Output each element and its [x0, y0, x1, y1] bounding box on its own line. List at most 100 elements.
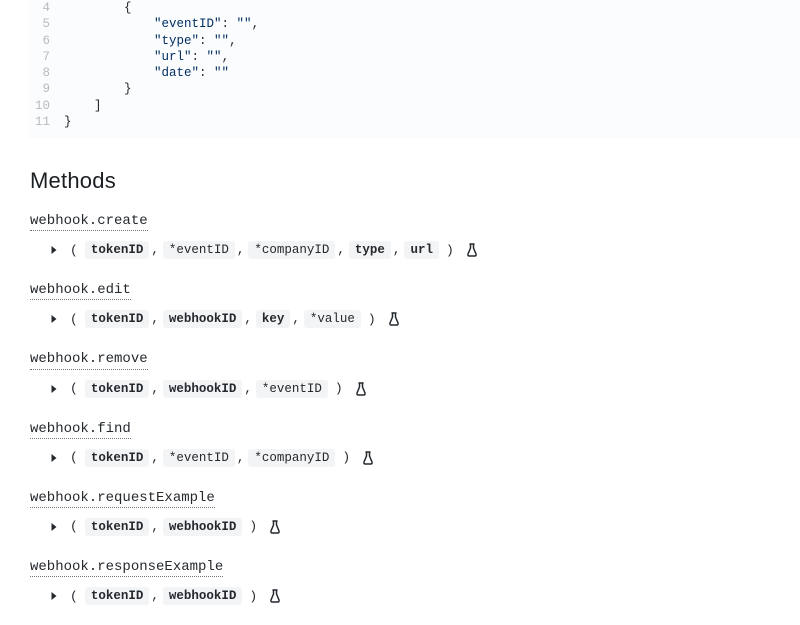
method-name-link[interactable]: webhook.edit	[30, 281, 131, 300]
param-list: tokenID,webhookID	[84, 518, 244, 536]
paren-open: (	[68, 243, 80, 258]
paren-close: )	[366, 312, 378, 327]
method-signature: (tokenID,*eventID,*companyID,type,url)	[48, 241, 800, 259]
param: *eventID	[256, 380, 328, 398]
param: *companyID	[248, 449, 335, 467]
param: *eventID	[163, 241, 235, 259]
param: webhookID	[163, 587, 243, 605]
method-signature: (tokenID,webhookID,*eventID)	[48, 380, 800, 398]
expand-chevron-icon[interactable]	[48, 383, 60, 395]
paren-open: (	[68, 312, 80, 327]
code-line: 5 "eventID": "",	[28, 16, 800, 32]
beaker-icon[interactable]	[362, 451, 376, 465]
method-name-link[interactable]: webhook.remove	[30, 350, 148, 369]
code-content: "url": "",	[64, 49, 229, 65]
code-line: 11}	[28, 114, 800, 130]
paren-close: )	[444, 243, 456, 258]
paren-close: )	[340, 450, 352, 465]
param: webhookID	[163, 380, 243, 398]
method-signature: ( tokenID,webhookID)	[48, 587, 800, 605]
method-block: webhook.edit (tokenID,webhookID,key,*val…	[30, 273, 800, 328]
code-content: "date": ""	[64, 65, 229, 81]
param: tokenID	[85, 310, 150, 328]
code-content: {	[64, 0, 132, 16]
param: tokenID	[85, 241, 150, 259]
expand-chevron-icon[interactable]	[48, 313, 60, 325]
code-content: ]	[64, 98, 102, 114]
method-block: webhook.remove (tokenID,webhookID,*event…	[30, 342, 800, 397]
code-line: 7 "url": "",	[28, 49, 800, 65]
expand-chevron-icon[interactable]	[48, 521, 60, 533]
param: *companyID	[248, 241, 335, 259]
line-number: 10	[28, 98, 64, 114]
param: tokenID	[85, 449, 150, 467]
param: tokenID	[85, 518, 150, 536]
method-block: webhook.responseExample ( tokenID,webhook…	[30, 550, 800, 605]
code-line: 4 {	[28, 0, 800, 16]
param: tokenID	[85, 380, 150, 398]
param: type	[349, 241, 391, 259]
param-separator: ,	[150, 589, 162, 603]
param-list: tokenID,webhookID,*eventID	[84, 380, 329, 398]
paren-open: (	[68, 381, 80, 396]
line-number: 5	[28, 16, 64, 32]
method-signature: ( tokenID,webhookID)	[48, 518, 800, 536]
method-signature: (tokenID,*eventID,*companyID)	[48, 449, 800, 467]
param-separator: ,	[236, 243, 248, 257]
method-name-link[interactable]: webhook.create	[30, 212, 148, 231]
line-number: 11	[28, 114, 64, 130]
param-separator: ,	[150, 243, 162, 257]
line-number: 4	[28, 0, 64, 16]
param-separator: ,	[150, 451, 162, 465]
param-separator: ,	[236, 451, 248, 465]
beaker-icon[interactable]	[269, 589, 283, 603]
param: *eventID	[163, 449, 235, 467]
expand-chevron-icon[interactable]	[48, 590, 60, 602]
line-number: 6	[28, 33, 64, 49]
line-number: 9	[28, 81, 64, 97]
code-content: }	[64, 81, 132, 97]
paren-open: (	[68, 450, 80, 465]
beaker-icon[interactable]	[388, 312, 402, 326]
param-list: tokenID,webhookID,key,*value	[84, 310, 362, 328]
code-line: 6 "type": "",	[28, 33, 800, 49]
expand-chevron-icon[interactable]	[48, 452, 60, 464]
code-content: "type": "",	[64, 33, 237, 49]
method-block: webhook.requestExample ( tokenID,webhookI…	[30, 481, 800, 536]
param-separator: ,	[150, 520, 162, 534]
param: tokenID	[85, 587, 150, 605]
paren-close: )	[247, 519, 259, 534]
param: webhookID	[163, 518, 243, 536]
beaker-icon[interactable]	[466, 243, 480, 257]
param-separator: ,	[243, 382, 255, 396]
param-separator: ,	[150, 312, 162, 326]
param-separator: ,	[336, 243, 348, 257]
method-block: webhook.find (tokenID,*eventID,*companyI…	[30, 412, 800, 467]
param-separator: ,	[243, 312, 255, 326]
methods-heading: Methods	[30, 168, 800, 194]
line-number: 8	[28, 65, 64, 81]
method-signature: (tokenID,webhookID,key,*value)	[48, 310, 800, 328]
paren-close: )	[247, 589, 259, 604]
paren-close: )	[333, 381, 345, 396]
method-block: webhook.create (tokenID,*eventID,*compan…	[30, 204, 800, 259]
param-separator: ,	[150, 382, 162, 396]
code-line: 9 }	[28, 81, 800, 97]
beaker-icon[interactable]	[355, 382, 369, 396]
param-list: tokenID,webhookID	[84, 587, 244, 605]
expand-chevron-icon[interactable]	[48, 244, 60, 256]
param-separator: ,	[392, 243, 404, 257]
code-content: "eventID": "",	[64, 16, 259, 32]
line-number: 7	[28, 49, 64, 65]
param: url	[404, 241, 439, 259]
param: webhookID	[163, 310, 243, 328]
method-name-link[interactable]: webhook.responseExample	[30, 558, 223, 577]
paren-open: (	[68, 589, 80, 604]
method-name-link[interactable]: webhook.requestExample	[30, 489, 215, 508]
paren-open: (	[68, 519, 80, 534]
method-name-link[interactable]: webhook.find	[30, 420, 131, 439]
code-block: 4 {5 "eventID": "",6 "type": "",7 "url":…	[28, 0, 800, 138]
code-content: }	[64, 114, 72, 130]
param: *value	[304, 310, 361, 328]
beaker-icon[interactable]	[269, 520, 283, 534]
